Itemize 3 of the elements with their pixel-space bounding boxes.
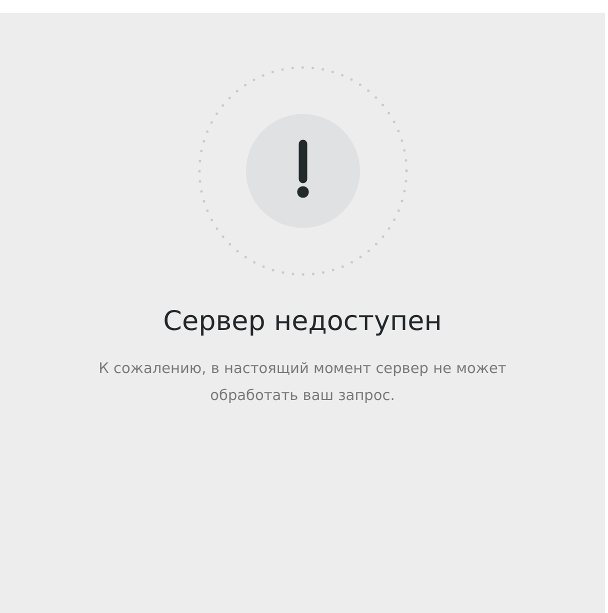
alert-icon — [246, 114, 360, 228]
error-message: К сожалению, в настоящий момент сервер не может обработать ваш запрос. — [98, 360, 508, 406]
error-title: Сервер недоступен — [163, 305, 442, 339]
